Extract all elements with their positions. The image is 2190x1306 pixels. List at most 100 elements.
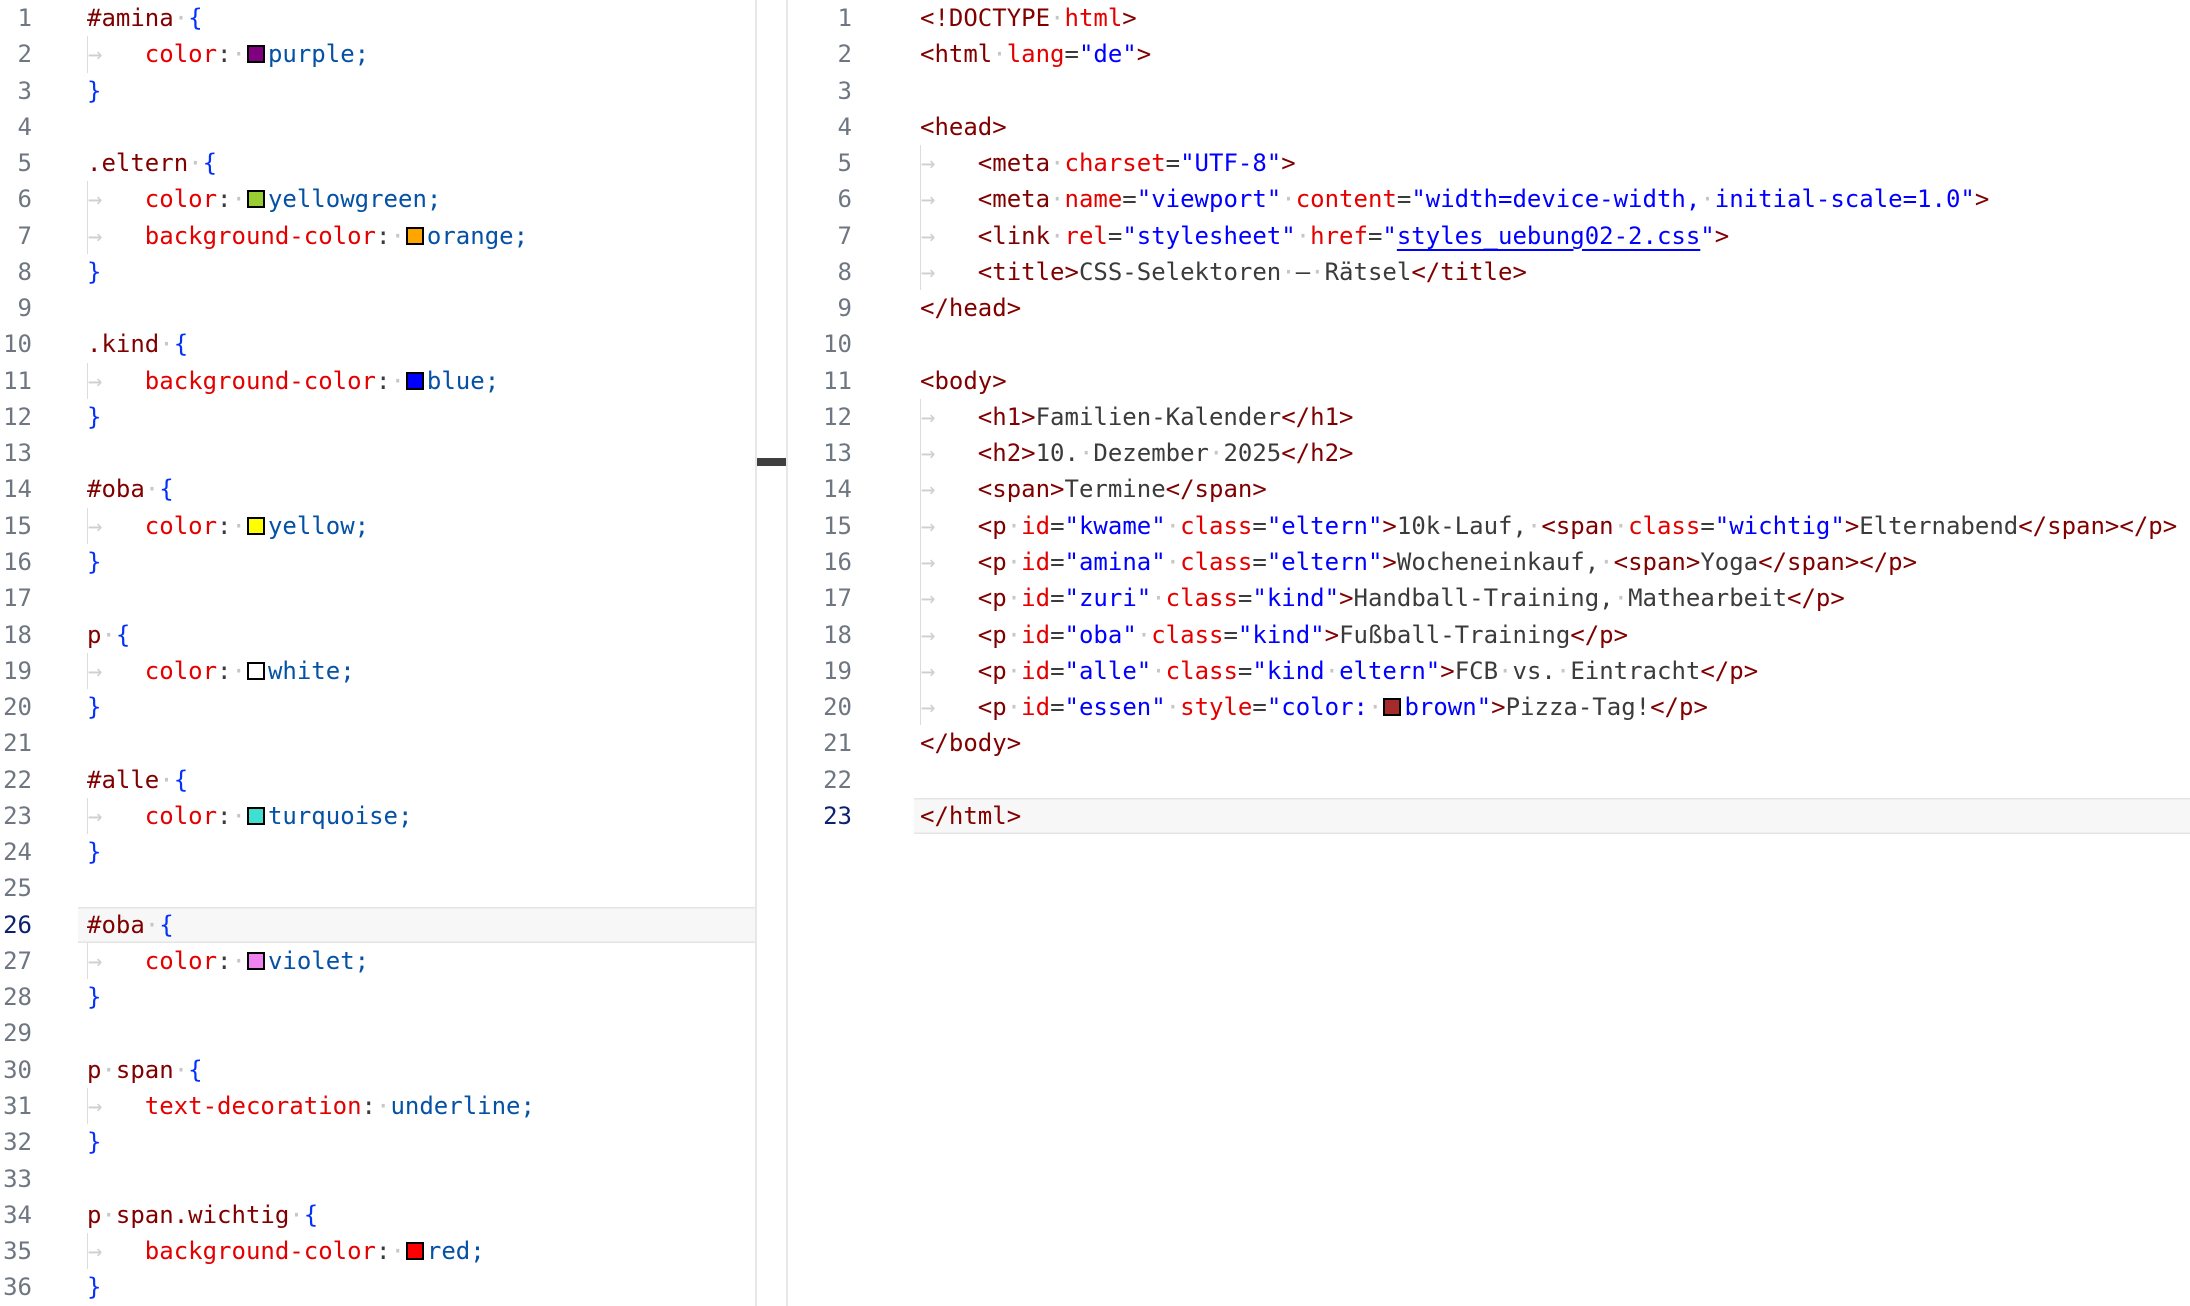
code-content[interactable]: →color:·purple; [78, 36, 757, 72]
line-number[interactable]: 7 [0, 218, 32, 254]
overview-ruler[interactable] [757, 0, 786, 1306]
code-content[interactable]: →<p·id="alle"·class="kind·eltern">FCB·vs… [914, 653, 2190, 689]
line-number[interactable]: 3 [788, 73, 852, 109]
line-number[interactable]: 3 [0, 73, 32, 109]
css-editor-pane[interactable]: 1#amina·{2→color:·purple;3}45.eltern·{6→… [0, 0, 757, 1306]
code-content[interactable]: →background-color:·orange; [78, 218, 757, 254]
code-content[interactable]: →text-decoration:·underline; [78, 1088, 757, 1124]
line-number[interactable]: 16 [0, 544, 32, 580]
code-content[interactable]: →<h1>Familien-Kalender</h1> [914, 399, 2190, 435]
code-content[interactable] [78, 1161, 757, 1197]
line-number[interactable]: 15 [0, 508, 32, 544]
code-content[interactable] [78, 435, 757, 471]
color-swatch[interactable] [247, 190, 265, 208]
code-content[interactable]: } [78, 1124, 757, 1160]
line-number[interactable]: 24 [0, 834, 32, 870]
color-swatch[interactable] [406, 227, 424, 245]
line-number[interactable]: 15 [788, 508, 852, 544]
code-content[interactable]: →<h2>10.·Dezember·2025</h2> [914, 435, 2190, 471]
stylesheet-link[interactable]: styles_uebung02-2.css [1397, 222, 1700, 250]
code-content[interactable]: →<title>CSS-Selektoren·–·Rätsel</title> [914, 254, 2190, 290]
line-number[interactable]: 22 [788, 762, 852, 798]
code-content[interactable]: →<meta·name="viewport"·content="width=de… [914, 181, 2190, 217]
line-number[interactable]: 4 [0, 109, 32, 145]
code-content[interactable]: #oba·{ [78, 907, 757, 943]
code-content[interactable] [914, 73, 2190, 109]
code-content[interactable]: p·{ [78, 617, 757, 653]
line-number[interactable]: 6 [788, 181, 852, 217]
line-number[interactable]: 11 [788, 363, 852, 399]
code-content[interactable]: →<link·rel="stylesheet"·href="styles_ueb… [914, 218, 2190, 254]
code-content[interactable]: } [78, 1269, 757, 1305]
line-number[interactable]: 16 [788, 544, 852, 580]
code-content[interactable]: p·span.wichtig·{ [78, 1197, 757, 1233]
line-number[interactable]: 23 [788, 798, 852, 834]
code-content[interactable] [78, 580, 757, 616]
code-content[interactable]: p·span·{ [78, 1052, 757, 1088]
html-editor-pane[interactable]: 1<!DOCTYPE·html>2<html·lang="de">34<head… [788, 0, 2190, 1306]
line-number[interactable]: 4 [788, 109, 852, 145]
code-content[interactable]: #alle·{ [78, 762, 757, 798]
code-content[interactable]: →<p·id="zuri"·class="kind">Handball-Trai… [914, 580, 2190, 616]
code-content[interactable]: <!DOCTYPE·html> [914, 0, 2190, 36]
line-number[interactable]: 26 [0, 907, 32, 943]
line-number[interactable]: 13 [788, 435, 852, 471]
code-content[interactable]: →color:·white; [78, 653, 757, 689]
line-number[interactable]: 18 [788, 617, 852, 653]
color-swatch[interactable] [406, 372, 424, 390]
line-number[interactable]: 17 [788, 580, 852, 616]
code-content[interactable]: →color:·turquoise; [78, 798, 757, 834]
line-number[interactable]: 30 [0, 1052, 32, 1088]
code-content[interactable]: } [78, 73, 757, 109]
line-number[interactable]: 1 [0, 0, 32, 36]
line-number[interactable]: 22 [0, 762, 32, 798]
line-number[interactable]: 9 [0, 290, 32, 326]
code-content[interactable]: #amina·{ [78, 0, 757, 36]
code-content[interactable]: } [78, 834, 757, 870]
code-content[interactable]: #oba·{ [78, 471, 757, 507]
line-number[interactable]: 13 [0, 435, 32, 471]
code-content[interactable]: →color:·yellow; [78, 508, 757, 544]
line-number[interactable]: 21 [0, 725, 32, 761]
color-swatch[interactable] [406, 1242, 424, 1260]
color-swatch[interactable] [247, 807, 265, 825]
line-number[interactable]: 14 [788, 471, 852, 507]
code-content[interactable]: →<span>Termine</span> [914, 471, 2190, 507]
color-swatch[interactable] [247, 45, 265, 63]
code-content[interactable]: →background-color:·red; [78, 1233, 757, 1269]
code-content[interactable]: </head> [914, 290, 2190, 326]
code-content[interactable]: →<p·id="kwame"·class="eltern">10k-Lauf,·… [914, 508, 2190, 544]
code-content[interactable]: } [78, 544, 757, 580]
line-number[interactable]: 6 [0, 181, 32, 217]
code-content[interactable] [78, 1015, 757, 1051]
line-number[interactable]: 29 [0, 1015, 32, 1051]
code-content[interactable]: <html·lang="de"> [914, 36, 2190, 72]
code-content[interactable]: <body> [914, 363, 2190, 399]
code-content[interactable]: } [78, 399, 757, 435]
line-number[interactable]: 31 [0, 1088, 32, 1124]
code-content[interactable]: →<p·id="essen"·style="color:·brown">Pizz… [914, 689, 2190, 725]
code-content[interactable]: →<p·id="oba"·class="kind">Fußball-Traini… [914, 617, 2190, 653]
code-content[interactable] [78, 725, 757, 761]
code-content[interactable]: <head> [914, 109, 2190, 145]
line-number[interactable]: 2 [788, 36, 852, 72]
line-number[interactable]: 20 [0, 689, 32, 725]
line-number[interactable]: 34 [0, 1197, 32, 1233]
line-number[interactable]: 5 [0, 145, 32, 181]
line-number[interactable]: 25 [0, 870, 32, 906]
line-number[interactable]: 12 [0, 399, 32, 435]
line-number[interactable]: 8 [788, 254, 852, 290]
code-content[interactable] [78, 290, 757, 326]
line-number[interactable]: 8 [0, 254, 32, 290]
line-number[interactable]: 14 [0, 471, 32, 507]
line-number[interactable]: 28 [0, 979, 32, 1015]
line-number[interactable]: 20 [788, 689, 852, 725]
code-content[interactable]: .kind·{ [78, 326, 757, 362]
color-swatch[interactable] [247, 952, 265, 970]
line-number[interactable]: 27 [0, 943, 32, 979]
code-content[interactable] [78, 109, 757, 145]
line-number[interactable]: 19 [0, 653, 32, 689]
line-number[interactable]: 12 [788, 399, 852, 435]
line-number[interactable]: 35 [0, 1233, 32, 1269]
code-content[interactable]: </html> [914, 798, 2190, 834]
